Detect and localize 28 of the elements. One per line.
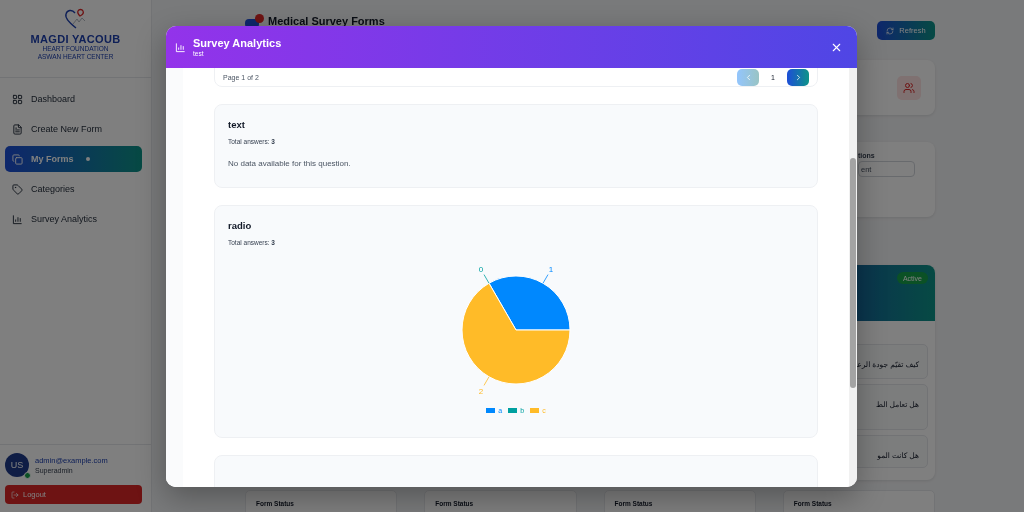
refresh-icon [886,26,895,35]
leader-line [483,376,490,386]
legend-swatch [486,408,496,413]
sidebar-item[interactable]: Dashboard [5,86,142,112]
logout-icon [11,490,19,499]
sidebar-item[interactable]: Survey Analytics [5,206,142,232]
legend-swatch [530,408,540,413]
legend-swatch [508,408,518,413]
sidebar-item[interactable]: My Forms [5,146,142,172]
data-label: 1 [548,265,554,275]
scrollbar[interactable] [849,68,857,487]
dialog-title: Survey Analytics [193,37,282,49]
bar-chart-icon [175,41,186,53]
data-label: 0 [478,265,484,275]
question-title: radio [228,220,253,231]
sidebar-item[interactable]: Categories [5,176,142,202]
user-avatar: US [5,453,29,477]
question-title: text [228,119,246,130]
no-data-message: No data available for this question. [228,159,352,168]
sidebar-item[interactable]: Create New Form [5,116,142,142]
logo-name: MAGDI YACOUB [30,33,121,45]
page-title: Medical Survey Forms [268,15,385,27]
data-label: 2 [478,386,484,396]
leader-line [542,274,549,284]
leader-line [483,274,490,284]
bar-chart-icon [12,213,23,225]
users-icon [897,75,921,100]
next-page-button[interactable] [787,69,809,86]
